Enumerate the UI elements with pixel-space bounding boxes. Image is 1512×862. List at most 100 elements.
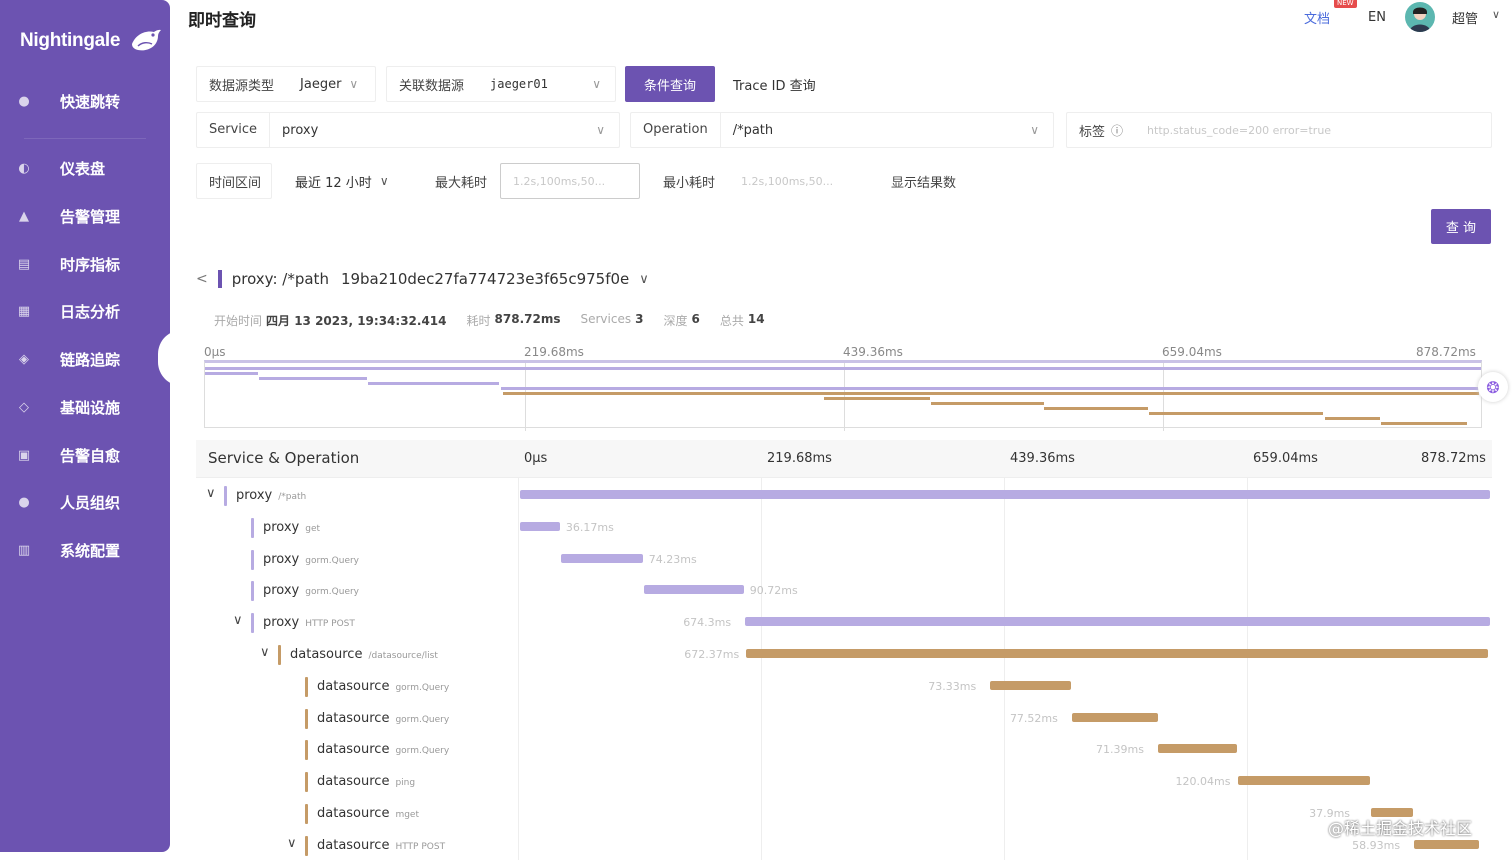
span-duration: 77.52ms xyxy=(1009,711,1058,725)
language-switch[interactable]: EN xyxy=(1368,10,1386,25)
datasource-type-select[interactable]: 数据源类型 Jaeger ∨ xyxy=(196,66,376,102)
trace-icon: ◈ xyxy=(19,351,29,367)
operation-select[interactable]: Operation /*path ∨ xyxy=(630,112,1054,148)
span-bar[interactable] xyxy=(1158,744,1237,754)
span-bar[interactable] xyxy=(520,521,560,531)
span-row[interactable]: datasource gorm.Query 77.52ms xyxy=(196,703,1492,735)
sidebar-item[interactable]: ● 快速跳转 xyxy=(0,81,170,121)
tags-field[interactable]: 标签 ⓘ http.status_code=200 error=true xyxy=(1066,112,1492,148)
span-bar[interactable] xyxy=(1237,776,1371,786)
span-duration: 90.72ms xyxy=(749,584,798,598)
span-label: datasource/datasource/list xyxy=(290,647,438,662)
span-bar[interactable] xyxy=(520,490,1490,499)
avatar[interactable] xyxy=(1405,2,1435,32)
alert-icon: ▲ xyxy=(19,208,29,224)
span-duration: 73.33ms xyxy=(928,679,977,693)
span-bar[interactable] xyxy=(560,553,643,563)
chevron-down-icon[interactable]: ∨ xyxy=(206,486,216,501)
span-duration: 71.39ms xyxy=(1096,743,1144,757)
span-row[interactable]: ∨ proxy /*path xyxy=(196,480,1492,512)
span-operation: ping xyxy=(395,778,416,789)
span-row[interactable]: proxy gorm.Query 90.72ms xyxy=(196,575,1492,607)
minimap-span xyxy=(502,392,1480,395)
span-row[interactable]: ∨ datasource HTTP POST 58.93ms xyxy=(196,830,1492,862)
time-label: 时间区间 xyxy=(209,175,262,191)
service-color-marker xyxy=(278,645,281,665)
datasource-type-label: 数据源类型 xyxy=(209,78,275,94)
sidebar-item[interactable]: ▤ 时序指标 xyxy=(0,244,170,284)
span-bar[interactable] xyxy=(990,680,1072,690)
minimap-span xyxy=(1044,407,1148,410)
span-bar[interactable] xyxy=(1071,712,1158,722)
timeline-tick-3: 659.04ms xyxy=(1253,451,1318,466)
minimap-span xyxy=(367,382,500,385)
sidebar-item-label: 链路追踪 xyxy=(60,350,121,369)
trace-meta: 开始时间 四月 13 2023, 19:34:32.414 耗时 878.72ms … xyxy=(214,312,785,329)
time-label-box: 时间区间 xyxy=(196,163,272,199)
span-row[interactable]: ∨ proxy HTTP POST 674.3ms xyxy=(196,607,1492,639)
minimap-span xyxy=(823,397,931,400)
span-row[interactable]: ∨ datasource/datasource/list 672.37ms xyxy=(196,639,1492,671)
back-arrow-icon[interactable]: < xyxy=(196,271,208,287)
sidebar-item[interactable]: ● 人员组织 xyxy=(0,482,170,522)
service-select[interactable]: Service proxy ∨ xyxy=(196,112,620,148)
span-duration: 672.37ms xyxy=(684,648,740,661)
span-service: datasource xyxy=(317,837,390,853)
app-logo[interactable]: Nightingale xyxy=(20,26,162,56)
span-row[interactable]: datasource gorm.Query 71.39ms xyxy=(196,734,1492,766)
tab-traceid-query[interactable]: Trace ID 查询 xyxy=(733,66,816,102)
sidebar-item-label: 基础设施 xyxy=(60,398,121,417)
tab-condition-query[interactable]: 条件查询 xyxy=(625,66,715,102)
minimap-span xyxy=(258,377,367,380)
span-service: datasource xyxy=(317,806,390,821)
sidebar-item[interactable]: ◐ 仪表盘 xyxy=(0,148,170,188)
sidebar-item-label: 仪表盘 xyxy=(60,159,106,178)
chevron-down-icon[interactable]: ∨ xyxy=(260,645,270,660)
tags-input[interactable]: http.status_code=200 error=true xyxy=(1147,124,1331,137)
result-limit-label-box: 显示结果数 xyxy=(878,163,978,199)
span-row[interactable]: datasource ping 120.04ms xyxy=(196,766,1492,798)
span-operation: /datasource/list xyxy=(368,651,438,661)
duration-value: 878.72ms xyxy=(494,312,561,326)
sidebar-item[interactable]: ◈ 链路追踪 xyxy=(0,339,170,379)
chevron-down-icon[interactable]: ∨ xyxy=(1492,8,1500,21)
span-row[interactable]: datasource gorm.Query 73.33ms xyxy=(196,671,1492,703)
span-bar[interactable] xyxy=(1414,839,1480,849)
duration-label: 耗时 xyxy=(466,314,491,328)
service-color-marker xyxy=(251,581,254,602)
sidebar-item-label: 告警自愈 xyxy=(60,446,121,465)
span-row[interactable]: proxy get 36.17ms xyxy=(196,512,1492,544)
span-row[interactable]: proxy gorm.Query 74.23ms xyxy=(196,544,1492,576)
docs-link[interactable]: 文档 xyxy=(1304,8,1330,27)
span-bar[interactable] xyxy=(643,585,744,595)
sidebar-item[interactable]: ▲ 告警管理 xyxy=(0,196,170,236)
sidebar-item[interactable]: ▥ 系统配置 xyxy=(0,530,170,570)
user-name[interactable]: 超管 xyxy=(1452,8,1478,27)
sidebar-item-label: 告警管理 xyxy=(60,207,121,226)
max-duration-input[interactable]: 1.2s,100ms,50... xyxy=(500,163,640,199)
service-color-marker xyxy=(251,517,254,538)
nightingale-bird-icon xyxy=(132,29,162,51)
span-row[interactable]: datasource mget 37.9ms xyxy=(196,798,1492,830)
log-icon: ▦ xyxy=(17,303,31,319)
span-bar[interactable] xyxy=(745,617,1490,627)
chevron-down-icon[interactable]: ∨ xyxy=(233,613,243,628)
time-range-select[interactable]: 最近 12 小时 ∨ xyxy=(282,163,402,199)
chevron-down-icon[interactable]: ∨ xyxy=(287,836,297,851)
submit-query-button[interactable]: 查 询 xyxy=(1431,209,1491,244)
assistant-brain-icon[interactable]: ❂ xyxy=(1478,372,1508,402)
chevron-down-icon[interactable]: ∨ xyxy=(639,272,649,287)
services-value: 3 xyxy=(635,312,644,326)
chart-icon: ▤ xyxy=(17,256,31,272)
sidebar-item[interactable]: ▦ 日志分析 xyxy=(0,291,170,331)
sidebar-item-label: 时序指标 xyxy=(60,255,121,274)
span-label: proxy /*path xyxy=(236,488,306,503)
start-value: 四月 13 2023, 19:34:32.414 xyxy=(266,314,447,328)
trace-minimap[interactable] xyxy=(204,360,1482,431)
span-bar[interactable] xyxy=(746,649,1489,658)
sidebar-item[interactable]: ◇ 基础设施 xyxy=(0,387,170,427)
min-duration-input[interactable]: 1.2s,100ms,50... xyxy=(728,163,868,199)
datasource-select[interactable]: 关联数据源 jaeger01 ∨ xyxy=(386,66,616,102)
sidebar-item[interactable]: ▣ 告警自愈 xyxy=(0,435,170,475)
heal-icon: ▣ xyxy=(17,447,31,463)
